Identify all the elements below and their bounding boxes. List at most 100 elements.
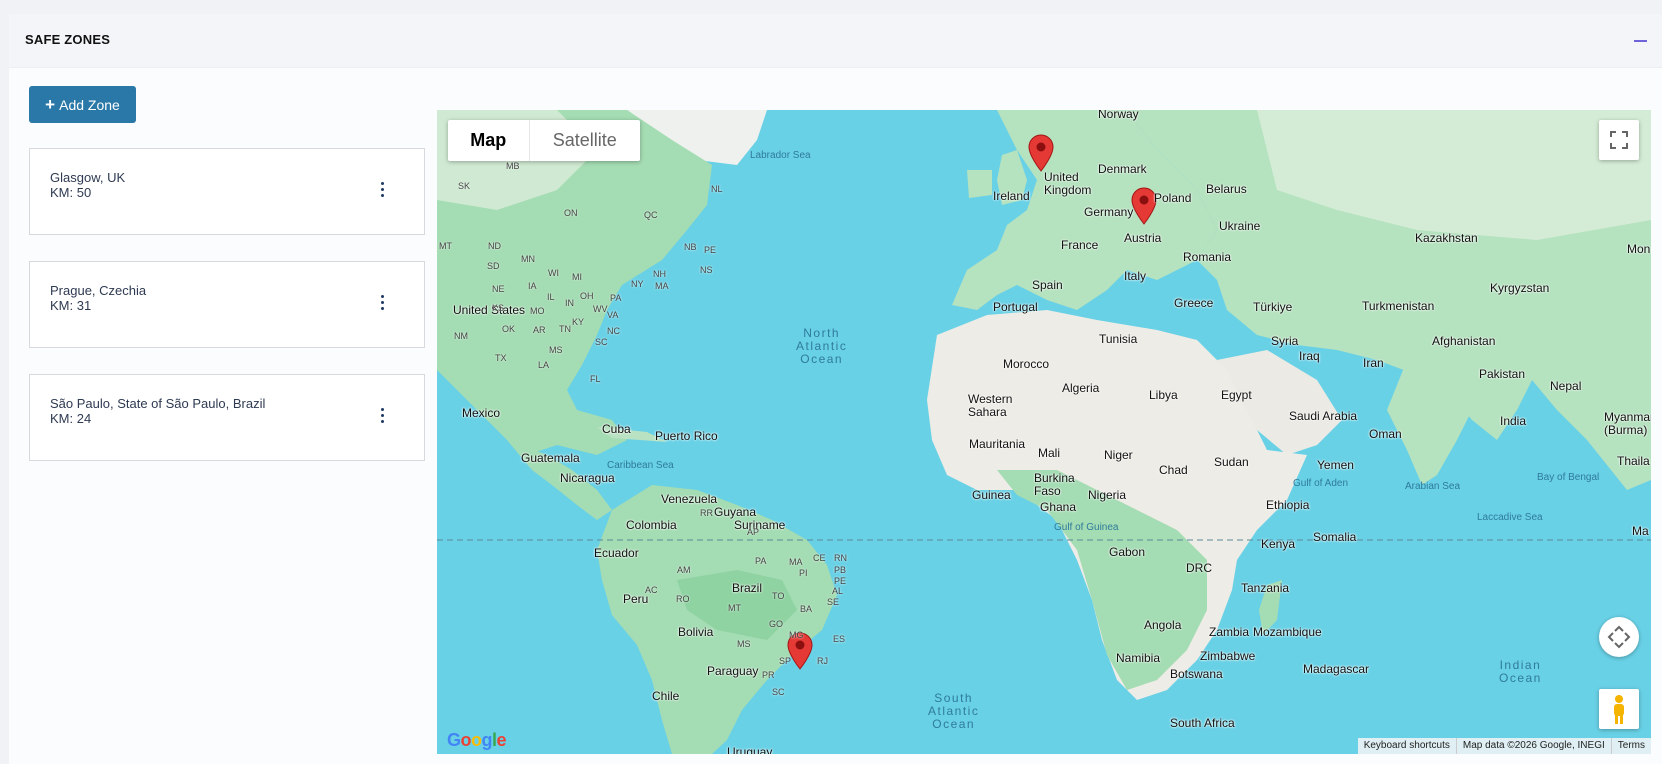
street-view-button[interactable] — [1599, 689, 1639, 729]
map-label: MA — [789, 557, 803, 567]
map-label: TN — [559, 324, 571, 334]
pegman-icon — [1614, 695, 1624, 724]
map-label: NY — [631, 279, 644, 289]
camera-control-button[interactable] — [1599, 617, 1639, 657]
add-zone-button[interactable]: + Add Zone — [29, 86, 136, 123]
map-label: Angola — [1144, 618, 1182, 632]
map-label: Niger — [1104, 448, 1133, 462]
map-label: IA — [528, 281, 537, 291]
map-label: RO — [676, 594, 690, 604]
zone-card[interactable]: Glasgow, UK KM: 50 — [29, 148, 425, 235]
map-label: RJ — [817, 656, 828, 666]
map-label: Chad — [1159, 463, 1188, 477]
map-label: OK — [502, 324, 516, 334]
map-label: Greece — [1174, 296, 1214, 310]
map-label: OH — [580, 291, 594, 301]
more-options-icon[interactable] — [375, 405, 391, 427]
map-label: RR — [700, 508, 713, 518]
map-label: Tunisia — [1099, 332, 1138, 346]
map-label: LA — [538, 360, 550, 370]
map-label: MG — [789, 630, 804, 640]
map-label: SK — [458, 181, 471, 191]
zone-card[interactable]: São Paulo, State of São Paulo, Brazil KM… — [29, 374, 425, 461]
map-label: Zambia — [1209, 625, 1250, 639]
map-label: AR — [533, 325, 546, 335]
map-label: MB — [506, 161, 520, 171]
keyboard-shortcuts-link[interactable]: Keyboard shortcuts — [1358, 738, 1456, 754]
map-label: Bolivia — [678, 625, 714, 639]
map-label: Suriname — [734, 518, 786, 532]
map-label: BA — [800, 604, 813, 614]
map-label: Morocco — [1003, 357, 1050, 371]
map-label: Nigeria — [1088, 488, 1127, 502]
map-label: IN — [565, 298, 574, 308]
zone-radius: KM: 24 — [50, 411, 92, 426]
map-label: MO — [530, 306, 545, 316]
map-label: North Atlantic Ocean — [796, 326, 848, 367]
map-label: Cuba — [602, 422, 631, 436]
map-label: Nepal — [1550, 379, 1582, 393]
map-label: Puerto Rico — [655, 429, 718, 443]
map-label: Denmark — [1098, 162, 1147, 176]
map-label: ON — [564, 208, 578, 218]
map-label: Burkina Faso — [1034, 471, 1075, 499]
panel-header: SAFE ZONES — [9, 14, 1662, 68]
google-logo[interactable]: Google — [447, 730, 507, 751]
map-label: Mozambique — [1253, 625, 1322, 639]
map-label: Ukraine — [1219, 219, 1261, 233]
map-label: Somalia — [1313, 530, 1357, 544]
more-options-icon[interactable] — [375, 292, 391, 314]
map-label: Ecuador — [594, 546, 639, 560]
map-label: Madagascar — [1303, 662, 1370, 676]
map-label: Afghanistan — [1432, 334, 1496, 348]
map-type-satellite-button[interactable]: Satellite — [530, 120, 640, 161]
map-label: Namibia — [1116, 651, 1161, 665]
zone-card[interactable]: Prague, Czechia KM: 31 — [29, 261, 425, 348]
map-label: SC — [772, 687, 785, 697]
map-label: Libya — [1149, 388, 1178, 402]
map-label: KS — [492, 303, 505, 313]
zone-marker-glasgow[interactable] — [1028, 134, 1054, 172]
map-label: NC — [607, 326, 620, 336]
map-label: Romania — [1183, 250, 1232, 264]
map-canvas[interactable]: Map Satellite Norway Labrador Sea United — [437, 110, 1651, 754]
map-label: Myanmar (Burma) — [1604, 410, 1651, 438]
map-label: GO — [769, 619, 784, 629]
map-label: Indian Ocean — [1499, 658, 1542, 686]
zone-name: São Paulo, State of São Paulo, Brazil — [50, 396, 266, 411]
map-label: AL — [832, 586, 844, 596]
map-label: Sudan — [1214, 455, 1249, 469]
map-label: Gulf of Aden — [1293, 478, 1349, 489]
map-label: TO — [772, 591, 785, 601]
map-label: Ma — [1632, 524, 1649, 538]
map-label: Thaila — [1617, 454, 1650, 468]
map-attribution: Keyboard shortcuts Map data ©2026 Google… — [1357, 738, 1651, 754]
map-type-map-button[interactable]: Map — [448, 120, 530, 161]
map-label: Paraguay — [707, 664, 759, 678]
map-label: Brazil — [732, 581, 763, 595]
map-label: Labrador Sea — [750, 150, 811, 161]
map-label: Turkmenistan — [1362, 299, 1435, 313]
map-label: MT — [728, 603, 741, 613]
map-label: Arabian Sea — [1405, 481, 1461, 492]
map-label: Botswana — [1170, 667, 1223, 681]
map-label: Austria — [1124, 231, 1162, 245]
map-label: Zimbabwe — [1200, 649, 1256, 663]
map-label: Guatemala — [521, 451, 580, 465]
map-label: Kyrgyzstan — [1490, 281, 1550, 295]
map-label: VA — [607, 310, 619, 320]
map-label: Tanzania — [1241, 581, 1290, 595]
map-label: PA — [755, 556, 767, 566]
fullscreen-icon — [1610, 131, 1628, 149]
pan-arrows-icon — [1607, 625, 1631, 649]
map-label: Türkiye — [1253, 300, 1293, 314]
map-label: NB — [684, 242, 697, 252]
map-label: Pakistan — [1479, 367, 1526, 381]
collapse-button[interactable] — [1634, 34, 1648, 48]
more-options-icon[interactable] — [375, 179, 391, 201]
map-label: Colombia — [626, 518, 677, 532]
map-label: Uruguay — [727, 745, 773, 754]
fullscreen-button[interactable] — [1599, 120, 1639, 160]
terms-link[interactable]: Terms — [1610, 738, 1651, 754]
map-label: NM — [454, 331, 468, 341]
